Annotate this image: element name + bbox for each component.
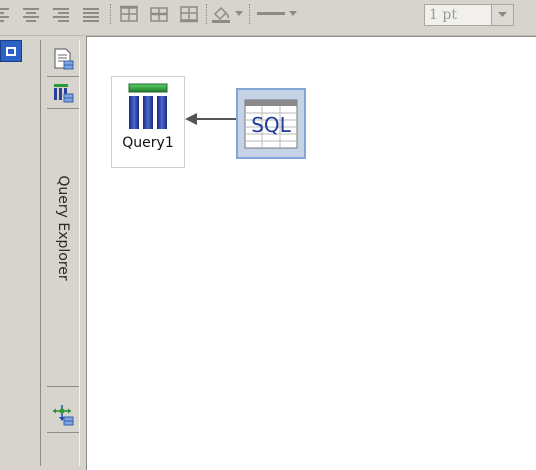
line-width-value: 1 pt <box>429 7 457 23</box>
line-width-combo[interactable]: 1 pt <box>424 4 514 26</box>
border-top-icon[interactable] <box>118 3 140 25</box>
document-icon[interactable] <box>50 46 76 72</box>
toolbar-separator <box>110 4 111 24</box>
query-explorer-panel: Query Explorer <box>34 36 86 470</box>
left-dock-strip <box>0 36 34 470</box>
line-width-dropdown-button[interactable] <box>491 5 513 25</box>
table-icon[interactable] <box>50 80 76 106</box>
toolbar-separator <box>206 4 207 24</box>
sql-node-label: SQL <box>251 113 291 137</box>
join-icon[interactable] <box>50 402 76 428</box>
panel-title: Query Explorer <box>55 175 71 281</box>
panel-frame: Query Explorer <box>40 40 80 466</box>
chevron-down-icon <box>498 12 507 17</box>
window-tab-icon[interactable] <box>0 40 22 62</box>
query-canvas[interactable]: Query1 SQL <box>86 36 536 470</box>
align-center-icon[interactable] <box>20 3 42 25</box>
connector-arrow-icon <box>185 113 236 125</box>
query-table-icon <box>128 83 168 129</box>
chevron-down-icon[interactable] <box>287 3 299 25</box>
border-bottom-icon[interactable] <box>178 3 200 25</box>
panel-divider <box>47 108 79 109</box>
panel-divider <box>47 386 79 387</box>
toolbar-separator <box>249 4 250 24</box>
toolbar: 1 pt <box>0 0 536 36</box>
query-node[interactable]: Query1 <box>111 76 185 168</box>
align-right-icon[interactable] <box>50 3 72 25</box>
panel-divider <box>47 432 79 433</box>
justify-icon[interactable] <box>80 3 102 25</box>
fill-color-icon[interactable] <box>210 3 232 25</box>
sql-node[interactable]: SQL <box>236 88 306 159</box>
panel-title-tab[interactable]: Query Explorer <box>51 148 75 308</box>
line-style-icon[interactable] <box>256 3 286 25</box>
panel-divider <box>47 76 79 77</box>
sql-table-icon: SQL <box>244 99 298 148</box>
align-left-icon[interactable] <box>0 3 12 25</box>
border-middle-icon[interactable] <box>148 3 170 25</box>
chevron-down-icon[interactable] <box>233 3 245 25</box>
query-node-label: Query1 <box>122 135 174 151</box>
